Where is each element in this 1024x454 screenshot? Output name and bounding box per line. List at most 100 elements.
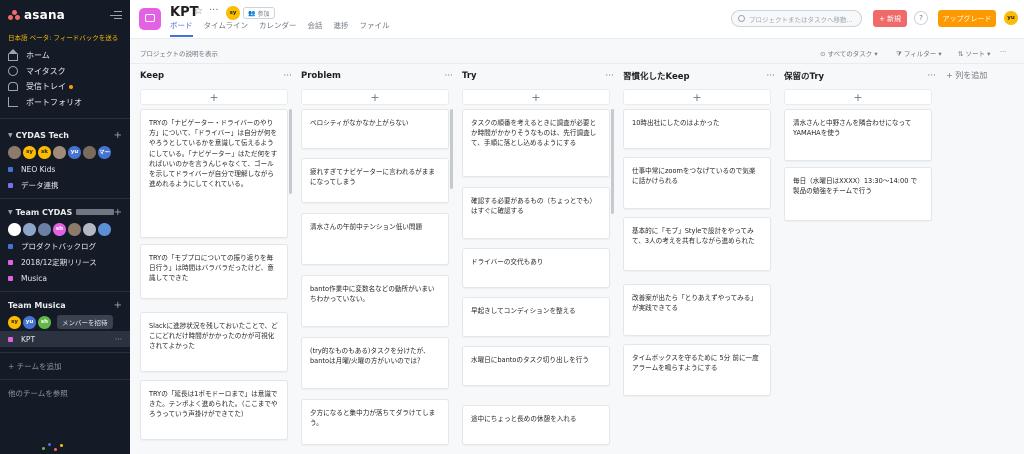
task-card[interactable]: TRYの「ナビゲーター・ドライバーのやり方」について、「ドライバー」は自分が何を… <box>140 109 288 238</box>
column-scrollbar[interactable] <box>611 109 614 214</box>
task-card[interactable]: 基本的に「モブ」Styleで設計をやってみて、3人の考えを共有しながら進められた <box>623 217 771 271</box>
upgrade-button[interactable]: アップグレード <box>938 10 996 27</box>
tab-progress[interactable]: 進捗 <box>333 20 348 37</box>
avatar[interactable] <box>98 222 111 236</box>
task-card[interactable]: 清水さんの午前中テンション低い問題 <box>301 213 449 265</box>
new-button[interactable]: + 新規 <box>873 10 907 27</box>
more-icon[interactable]: ··· <box>115 335 122 344</box>
avatar[interactable]: yu <box>23 315 36 329</box>
avatar[interactable] <box>8 145 21 159</box>
avatar[interactable] <box>38 222 51 236</box>
task-card[interactable]: 改善案が出たら「とりあえずやってみる」が実践できてる <box>623 284 771 336</box>
column-title[interactable]: Problem <box>301 71 341 81</box>
avatar[interactable] <box>23 222 36 236</box>
search-input[interactable]: プロジェクトまたはタスクへ移動... <box>731 10 862 27</box>
avatar[interactable]: sh <box>53 222 66 236</box>
add-card-button[interactable]: + <box>462 89 610 105</box>
task-card[interactable]: Slackに進捗状況を残しておいたことで、どこにどれだけ時間がかかったのかが可視… <box>140 312 288 372</box>
tab-timeline[interactable]: タイムライン <box>204 20 248 37</box>
task-card[interactable]: 途中にちょっと長めの休憩を入れる <box>462 405 610 445</box>
help-button[interactable]: ? <box>914 11 928 25</box>
beta-feedback-link[interactable]: 日本語 ベータ: フィードバックを送る <box>0 30 130 48</box>
task-card[interactable]: banto作業中に変数名などの動所がいまいちわかっていない。 <box>301 275 449 327</box>
avatar[interactable]: sy <box>23 145 36 159</box>
more-icon[interactable]: ··· <box>927 71 936 81</box>
filter-dropdown[interactable]: ⧩ フィルター ▾ <box>896 48 942 59</box>
user-avatar[interactable]: yu <box>1004 11 1018 25</box>
task-card[interactable]: ベロシティがなかなか上がらない <box>301 109 449 149</box>
task-card[interactable]: ドライバーの交代もあり <box>462 248 610 288</box>
star-icon[interactable]: ☆ <box>194 6 203 17</box>
tab-calendar[interactable]: カレンダー <box>259 20 297 37</box>
avatar[interactable]: マー <box>98 145 111 159</box>
task-card[interactable]: (try的なものもある)タスクを分けたが、bantoは月曜/火曜の方がいいのでは… <box>301 337 449 389</box>
browse-teams-link[interactable]: 他のチームを参照 <box>0 385 130 401</box>
column-title[interactable]: Keep <box>140 71 164 81</box>
sidebar-project-release[interactable]: 2018/12定期リリース <box>0 254 130 270</box>
sidebar-project-data-sync[interactable]: データ連携 <box>0 177 130 193</box>
nav-my-tasks[interactable]: マイタスク <box>0 64 130 80</box>
add-card-button[interactable]: + <box>623 89 771 105</box>
team-header-team-cydas[interactable]: ▼ Team CYDAS + <box>0 204 130 220</box>
avatar[interactable] <box>53 145 66 159</box>
task-card[interactable]: 10時出社にしたのはよかった <box>623 109 771 149</box>
task-card[interactable]: 毎日（水曜日はXXXX）13:30～14:00 で製品の勉強をチームで行う <box>784 167 932 221</box>
all-tasks-dropdown[interactable]: ⊙ すべてのタスク ▾ <box>820 48 878 58</box>
join-button[interactable]: 👥 参加 <box>243 7 275 19</box>
avatar[interactable]: sy <box>8 315 21 329</box>
collapse-sidebar-icon[interactable] <box>110 10 122 20</box>
tab-board[interactable]: ボード <box>170 20 193 37</box>
task-card[interactable]: タスクの順番を考えるときに調査が必要とか時間がかかりそうなものは、先行調査して、… <box>462 109 610 177</box>
avatar[interactable] <box>83 145 96 159</box>
task-card[interactable]: 疲れすぎてナビゲーターに言われるがままになってしまう <box>301 158 449 203</box>
more-icon[interactable]: ··· <box>209 5 219 16</box>
column-title[interactable]: 保留のTry <box>784 70 824 82</box>
task-card[interactable]: 仕事中常にzoomをつなげているので気楽に話かけられる <box>623 157 771 209</box>
avatar[interactable]: sk <box>38 145 51 159</box>
nav-inbox[interactable]: 受信トレイ <box>0 79 130 95</box>
add-column-button[interactable]: + 列を追加 <box>946 70 987 81</box>
more-icon[interactable]: ··· <box>444 71 453 81</box>
task-card[interactable]: 夕方になると集中力が落ちてダラけてしまう。 <box>301 399 449 445</box>
tab-conversations[interactable]: 会話 <box>307 20 322 37</box>
task-card[interactable]: 確認する必要があるもの（ちょっとでも）はすぐに確認する <box>462 187 610 239</box>
more-icon[interactable]: ··· <box>766 71 775 81</box>
team-header-cydas-tech[interactable]: ▼ CYDAS Tech + <box>0 127 130 143</box>
more-icon[interactable]: ··· <box>605 71 614 81</box>
column-scrollbar[interactable] <box>289 109 292 194</box>
column-header[interactable]: 習慣化したKeep ··· <box>623 67 775 85</box>
column-header[interactable]: 保留のTry ··· <box>784 67 936 85</box>
task-card[interactable]: 早起きしてコンディションを整える <box>462 297 610 337</box>
add-card-button[interactable]: + <box>784 89 932 105</box>
column-title[interactable]: 習慣化したKeep <box>623 70 690 82</box>
task-card[interactable]: TRYの「延長は1ポモドーロまで」は意識できた。テンポよく進められた。（ここまで… <box>140 380 288 440</box>
avatar[interactable]: sh <box>38 315 51 329</box>
avatar[interactable] <box>83 222 96 236</box>
chevron-down-icon[interactable]: ▼ <box>8 209 13 216</box>
sidebar-project-neo-kids[interactable]: NEO Kids <box>0 161 130 177</box>
add-project-icon[interactable]: + <box>114 207 122 218</box>
more-icon[interactable]: ··· <box>1000 48 1006 56</box>
sidebar-project-musica[interactable]: Musica <box>0 270 130 286</box>
task-card[interactable]: タイムボックスを守るために 5分 前に一度アラームを鳴らすようにする <box>623 344 771 396</box>
sidebar-project-product-backlog[interactable]: プロダクトバックログ <box>0 238 130 254</box>
add-card-button[interactable]: + <box>140 89 288 105</box>
task-card[interactable]: 水曜日にbantoのタスク切り出しを行う <box>462 346 610 386</box>
column-header[interactable]: Try ··· <box>462 67 614 85</box>
add-card-button[interactable]: + <box>301 89 449 105</box>
add-project-icon[interactable]: + <box>114 300 122 311</box>
sidebar-project-kpt[interactable]: KPT ··· <box>0 331 130 347</box>
avatar[interactable]: sy <box>226 6 240 20</box>
task-card[interactable]: TRYの「モブプロについての振り返りを毎日行う」は時間はバラバラだったけど、意識… <box>140 244 288 299</box>
tab-files[interactable]: ファイル <box>359 20 389 37</box>
avatar[interactable] <box>8 222 21 236</box>
asana-logo-icon[interactable] <box>8 10 20 20</box>
nav-portfolios[interactable]: ポートフォリオ <box>0 95 130 111</box>
team-header-team-musica[interactable]: Team Musica + <box>0 297 130 313</box>
avatar[interactable]: yu <box>68 145 81 159</box>
task-card[interactable]: 清水さんと中野さんを隣合わせになってYAMAHAを使う <box>784 109 932 161</box>
column-scrollbar[interactable] <box>450 109 453 189</box>
add-project-icon[interactable]: + <box>114 130 122 141</box>
more-icon[interactable]: ··· <box>283 71 292 81</box>
invite-members-button[interactable]: メンバーを招待 <box>57 315 113 329</box>
